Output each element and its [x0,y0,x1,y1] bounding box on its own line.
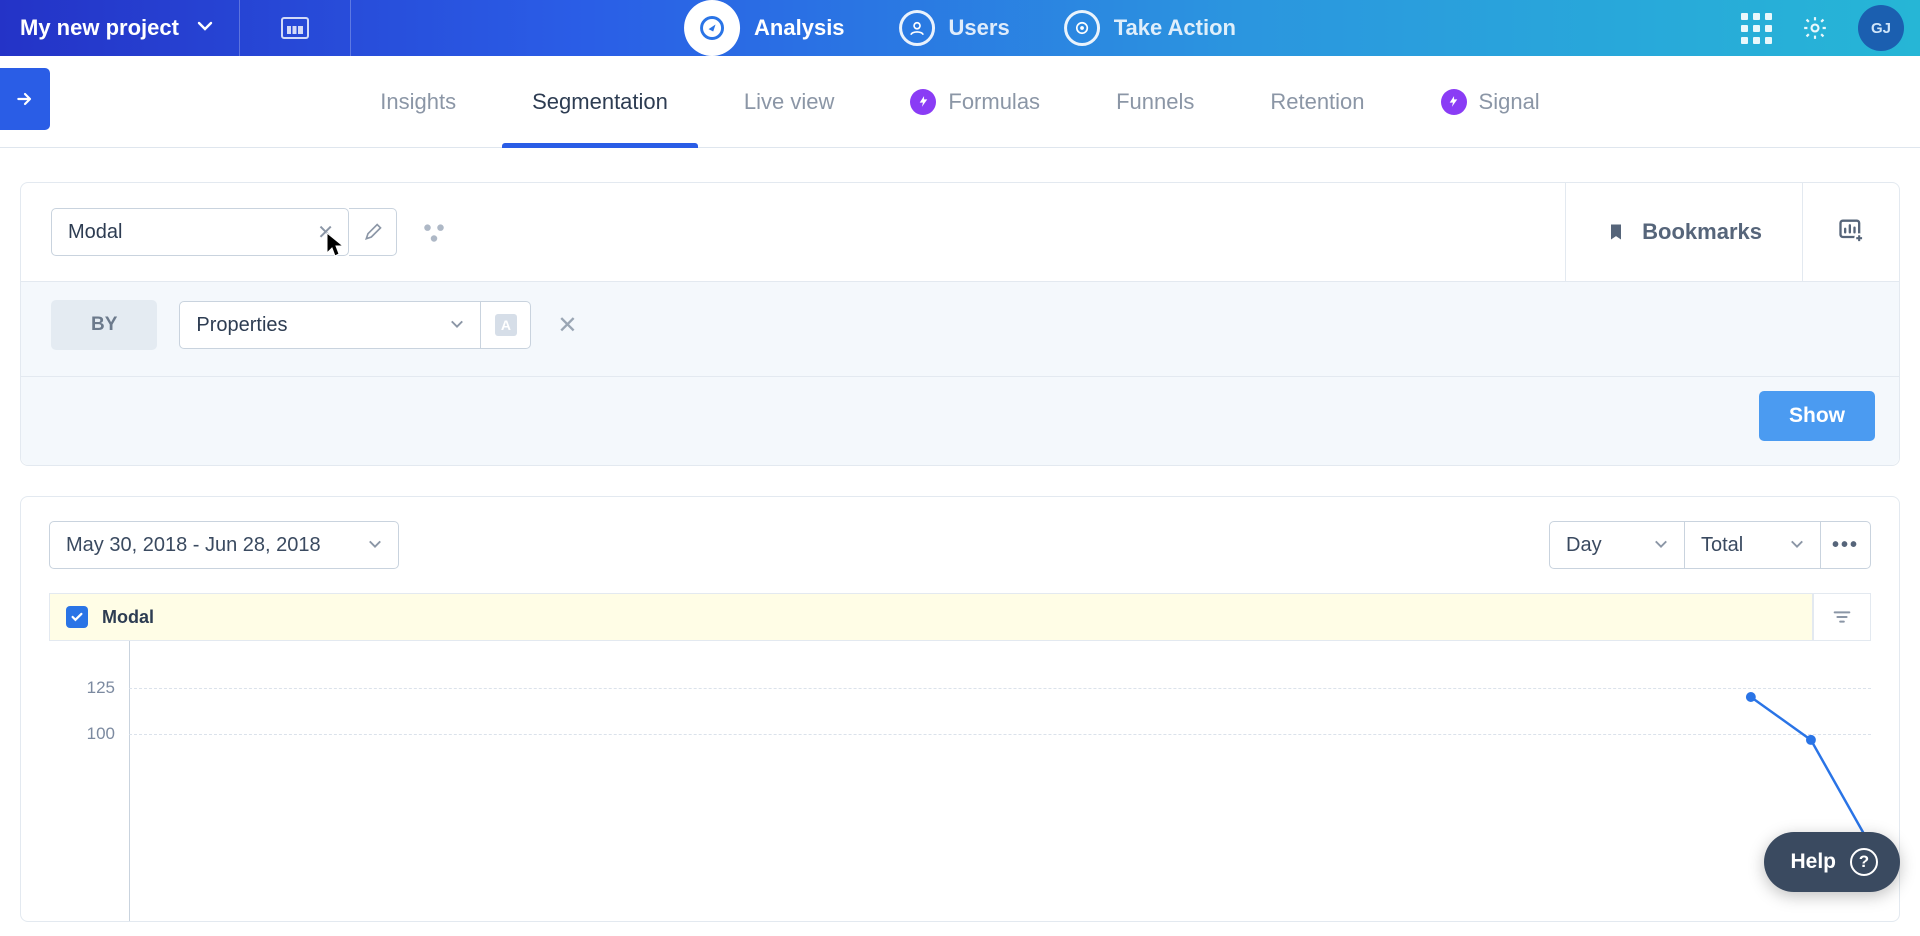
project-selector[interactable]: My new project [0,0,239,56]
legend-checkbox[interactable] [66,606,88,628]
edit-event-button[interactable] [349,208,397,256]
close-icon[interactable]: ✕ [317,220,334,245]
granularity-value: Day [1566,534,1602,557]
help-label: Help [1790,850,1836,874]
tab-label: Live view [744,89,834,115]
target-icon [1064,10,1100,46]
legend-item[interactable]: Modal [50,594,1812,640]
nav-users[interactable]: Users [899,10,1010,46]
bolt-icon [1441,89,1467,115]
pencil-icon [363,222,383,242]
app-topbar: My new project Analysis Users Take Actio… [0,0,1920,56]
settings-icon[interactable] [1802,15,1828,41]
help-button[interactable]: Help ? [1764,832,1900,892]
properties-label: Properties [196,314,287,337]
chart-plus-icon [1837,216,1865,244]
tab-signal[interactable]: Signal [1441,56,1540,147]
aggregation-value: Total [1701,534,1743,557]
tab-label: Retention [1270,89,1364,115]
properties-selector[interactable]: Properties A [179,301,531,349]
filter-lines-icon [1831,606,1853,628]
bookmarks-button[interactable]: Bookmarks [1566,219,1802,245]
by-label: BY [51,300,157,350]
divider [350,0,351,56]
tab-label: Funnels [1116,89,1194,115]
line-chart: 100 125 [49,641,1871,921]
user-icon [899,10,935,46]
tab-label: Segmentation [532,89,668,115]
nav-label: Analysis [754,15,845,41]
show-button[interactable]: Show [1759,391,1875,441]
bolt-icon [910,89,936,115]
chart-legend: Modal [49,593,1871,641]
check-icon [70,610,84,624]
chart-options-button[interactable]: ••• [1821,521,1871,569]
chevron-down-icon [368,534,382,557]
y-tick-label: 100 [87,724,115,744]
expand-sidebar-button[interactable] [0,68,50,130]
bookmark-icon [1606,220,1626,244]
clear-breakdown-button[interactable]: ✕ [557,311,577,340]
tab-label: Signal [1479,89,1540,115]
results-panel: May 30, 2018 - Jun 28, 2018 Day Total [20,496,1900,922]
tab-segmentation[interactable]: Segmentation [532,56,668,147]
apps-icon[interactable] [1741,13,1772,44]
aggregation-selector[interactable]: Total [1685,521,1821,569]
event-selector[interactable]: Modal ✕ [51,208,349,256]
tab-label: Insights [380,89,456,115]
tab-insights[interactable]: Insights [380,56,456,147]
chevron-down-icon [197,17,213,40]
event-name: Modal [68,221,122,244]
compass-icon [684,0,740,56]
nav-take-action[interactable]: Take Action [1064,10,1236,46]
report-icon [281,17,309,39]
bookmarks-label: Bookmarks [1642,219,1762,245]
nav-label: Take Action [1114,15,1236,41]
tab-retention[interactable]: Retention [1270,56,1364,147]
granularity-selector[interactable]: Day [1549,521,1685,569]
compare-icon[interactable] [421,219,447,245]
chart-data-point[interactable] [1806,735,1816,745]
chevron-down-icon [1654,534,1668,557]
legend-label: Modal [102,607,154,628]
type-badge: A [495,314,517,336]
dashboards-button[interactable] [240,0,350,56]
nav-analysis[interactable]: Analysis [684,0,845,56]
tab-formulas[interactable]: Formulas [910,56,1040,147]
chart-data-point[interactable] [1746,692,1756,702]
report-subnav: Insights Segmentation Live view Formulas Fun… [0,56,1920,148]
tab-label: Formulas [948,89,1040,115]
project-name: My new project [20,15,179,41]
query-builder-panel: Modal ✕ Bookmarks [20,182,1900,466]
chevron-down-icon [1790,534,1804,557]
tab-live-view[interactable]: Live view [744,56,834,147]
topbar-right: GJ [1741,5,1904,51]
chevron-down-icon [450,314,464,337]
avatar-initials: GJ [1871,20,1891,37]
primary-nav: Analysis Users Take Action [684,0,1236,56]
y-tick-label: 125 [87,678,115,698]
add-to-dashboard-button[interactable] [1803,216,1899,249]
date-range-selector[interactable]: May 30, 2018 - Jun 28, 2018 [49,521,399,569]
chart-series-line [1751,697,1871,846]
more-icon: ••• [1832,534,1859,557]
tab-funnels[interactable]: Funnels [1116,56,1194,147]
nav-label: Users [949,15,1010,41]
legend-options-button[interactable] [1814,594,1870,640]
date-range-value: May 30, 2018 - Jun 28, 2018 [66,534,321,557]
help-icon: ? [1850,848,1878,876]
user-avatar[interactable]: GJ [1858,5,1904,51]
property-type-toggle[interactable]: A [481,301,531,349]
